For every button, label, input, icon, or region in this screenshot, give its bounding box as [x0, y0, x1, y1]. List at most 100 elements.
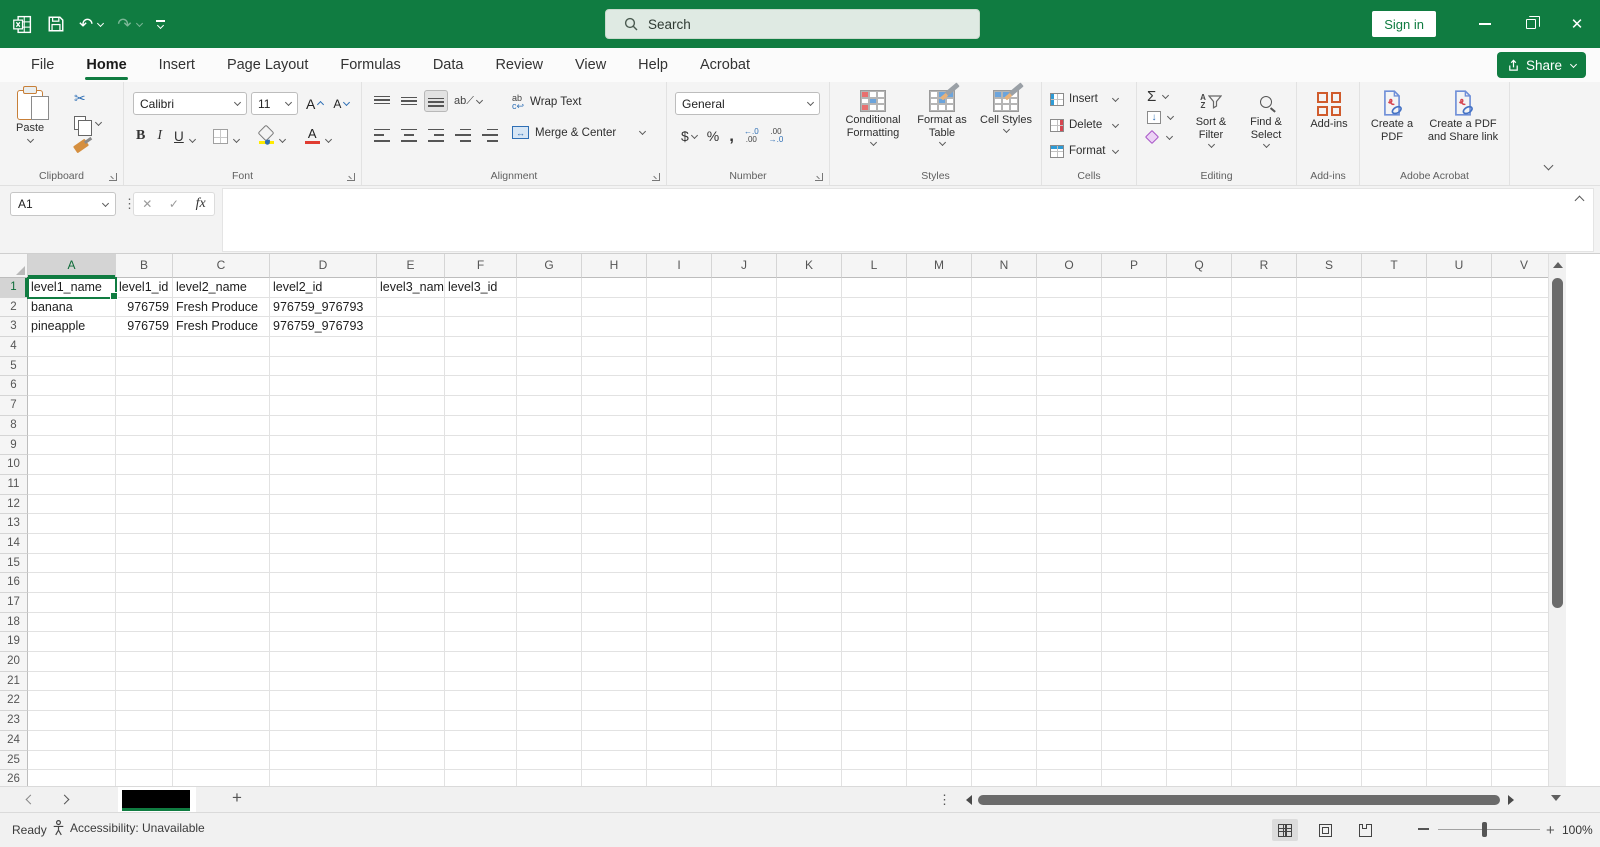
cell-K13[interactable]: [777, 514, 842, 534]
cell-I8[interactable]: [647, 415, 712, 436]
cell-S11[interactable]: [1297, 474, 1362, 495]
cell-M16[interactable]: [907, 573, 972, 593]
ribbon-tab-acrobat[interactable]: Acrobat: [687, 50, 763, 81]
cell-T24[interactable]: [1362, 730, 1427, 751]
cell-C9[interactable]: [173, 435, 270, 456]
cell-U17[interactable]: [1427, 593, 1492, 613]
cell-A22[interactable]: [28, 691, 116, 712]
cell-L24[interactable]: [842, 730, 907, 751]
column-header-C[interactable]: C: [173, 254, 270, 278]
cell-A26[interactable]: [28, 770, 116, 786]
cell-R11[interactable]: [1232, 474, 1297, 495]
cell-P25[interactable]: [1102, 750, 1167, 771]
cell-V18[interactable]: [1492, 612, 1548, 633]
ribbon-tab-review[interactable]: Review: [482, 50, 556, 81]
cell-T5[interactable]: [1362, 356, 1427, 377]
cell-I15[interactable]: [647, 553, 712, 574]
cell-P16[interactable]: [1102, 573, 1167, 593]
cell-U7[interactable]: [1427, 396, 1492, 416]
cell-V15[interactable]: [1492, 553, 1548, 574]
cell-K7[interactable]: [777, 396, 842, 416]
create-pdf-share-link-button[interactable]: Create a PDF and Share link: [1420, 90, 1506, 144]
paste-button[interactable]: Paste: [16, 86, 50, 144]
ribbon-tab-insert[interactable]: Insert: [146, 50, 208, 81]
cell-R24[interactable]: [1232, 730, 1297, 751]
row-header-10[interactable]: 10: [0, 455, 28, 475]
cell-J23[interactable]: [712, 711, 777, 731]
cell-U26[interactable]: [1427, 770, 1492, 786]
cell-T7[interactable]: [1362, 396, 1427, 416]
cell-M12[interactable]: [907, 494, 972, 515]
cell-L21[interactable]: [842, 671, 907, 692]
cell-E26[interactable]: [377, 770, 445, 786]
cell-M15[interactable]: [907, 553, 972, 574]
accounting-format-button[interactable]: $: [681, 128, 698, 144]
cell-D18[interactable]: [270, 612, 377, 633]
scrollbar-resize-icon[interactable]: ⋮: [938, 792, 951, 808]
row-header-13[interactable]: 13: [0, 514, 28, 534]
cell-E5[interactable]: [377, 356, 445, 377]
cell-C8[interactable]: [173, 415, 270, 436]
bold-button[interactable]: B: [136, 128, 145, 144]
cell-A4[interactable]: [28, 337, 116, 357]
cell-C16[interactable]: [173, 573, 270, 593]
cell-E24[interactable]: [377, 730, 445, 751]
search-input[interactable]: Search: [605, 9, 980, 39]
cell-B8[interactable]: [116, 415, 173, 436]
cell-F11[interactable]: [445, 474, 517, 495]
cell-I7[interactable]: [647, 396, 712, 416]
cell-B17[interactable]: [116, 593, 173, 613]
decrease-decimal-button[interactable]: .00 →.0: [769, 128, 784, 144]
cell-E18[interactable]: [377, 612, 445, 633]
format-painter-button[interactable]: [72, 138, 90, 154]
cell-U23[interactable]: [1427, 711, 1492, 731]
cell-I19[interactable]: [647, 632, 712, 653]
cell-H15[interactable]: [582, 553, 647, 574]
ribbon-tab-help[interactable]: Help: [625, 50, 681, 81]
cell-I12[interactable]: [647, 494, 712, 515]
cell-R22[interactable]: [1232, 691, 1297, 712]
underline-dropdown-icon[interactable]: [188, 135, 196, 144]
cell-P9[interactable]: [1102, 435, 1167, 456]
enter-icon[interactable]: ✓: [169, 197, 179, 211]
next-sheet-icon[interactable]: [59, 794, 70, 805]
cell-G14[interactable]: [517, 533, 582, 554]
cell-R25[interactable]: [1232, 750, 1297, 771]
cell-T14[interactable]: [1362, 533, 1427, 554]
cell-G12[interactable]: [517, 494, 582, 515]
cell-C19[interactable]: [173, 632, 270, 653]
cell-J2[interactable]: [712, 297, 777, 318]
ribbon-tab-data[interactable]: Data: [420, 50, 477, 81]
cell-D6[interactable]: [270, 376, 377, 397]
cell-B7[interactable]: [116, 396, 173, 416]
cell-Q7[interactable]: [1167, 396, 1232, 416]
cell-O25[interactable]: [1037, 750, 1102, 771]
cell-V9[interactable]: [1492, 435, 1548, 456]
cell-I11[interactable]: [647, 474, 712, 495]
cell-O12[interactable]: [1037, 494, 1102, 515]
restore-button[interactable]: [1508, 0, 1554, 48]
cell-E4[interactable]: [377, 337, 445, 357]
scroll-up-icon[interactable]: [1553, 262, 1563, 268]
cell-F8[interactable]: [445, 415, 517, 436]
underline-button[interactable]: U: [174, 129, 184, 144]
row-header-4[interactable]: 4: [0, 337, 28, 357]
cell-T2[interactable]: [1362, 297, 1427, 318]
page-layout-view-button[interactable]: [1312, 819, 1338, 841]
cell-L23[interactable]: [842, 711, 907, 731]
cell-K10[interactable]: [777, 455, 842, 475]
cell-O26[interactable]: [1037, 770, 1102, 786]
column-header-U[interactable]: U: [1427, 254, 1492, 278]
cell-M20[interactable]: [907, 652, 972, 672]
cell-D26[interactable]: [270, 770, 377, 786]
cell-G18[interactable]: [517, 612, 582, 633]
insert-cells-button[interactable]: Insert: [1050, 88, 1119, 110]
cell-T17[interactable]: [1362, 593, 1427, 613]
cell-I26[interactable]: [647, 770, 712, 786]
cell-I9[interactable]: [647, 435, 712, 456]
ribbon-tab-formulas[interactable]: Formulas: [327, 50, 413, 81]
column-header-T[interactable]: T: [1362, 254, 1427, 278]
row-header-16[interactable]: 16: [0, 573, 28, 593]
cell-K4[interactable]: [777, 337, 842, 357]
cell-K21[interactable]: [777, 671, 842, 692]
